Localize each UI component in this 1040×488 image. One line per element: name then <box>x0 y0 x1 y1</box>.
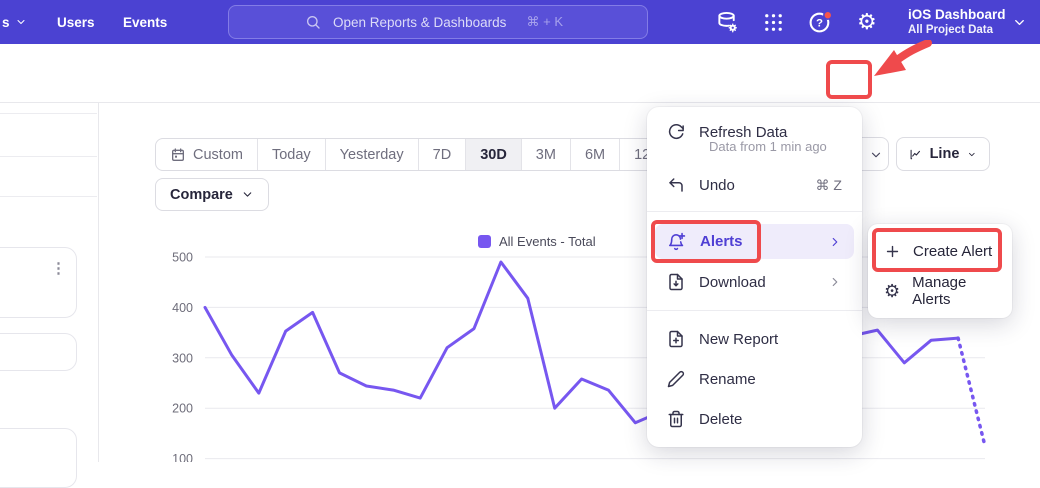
date-range-label: 6M <box>585 147 605 163</box>
left-sidebar: ⋮ <box>0 103 99 462</box>
menu-item-label: Refresh Data <box>699 124 787 141</box>
apps-grid-icon <box>762 11 785 34</box>
date-range-label: 30D <box>480 147 507 163</box>
gear-icon: ⚙ <box>884 282 900 300</box>
sidebar-card[interactable] <box>0 428 77 488</box>
project-name: iOS Dashboard <box>908 7 1006 23</box>
submenu-item-label: Manage Alerts <box>912 274 996 308</box>
report-header <box>0 44 1040 103</box>
nav-item-truncated[interactable]: s <box>2 0 27 44</box>
settings-button[interactable]: ⚙ <box>857 0 877 44</box>
help-button[interactable]: ? <box>808 0 833 44</box>
bell-plus-icon <box>667 232 686 251</box>
menu-item-rename[interactable]: Rename <box>655 363 854 395</box>
chevron-down-icon <box>1012 15 1027 30</box>
date-range-today[interactable]: Today <box>258 139 326 170</box>
chevron-right-icon <box>828 275 842 289</box>
sidebar-card[interactable]: ⋮ <box>0 247 77 318</box>
help-glyph: ? <box>816 17 823 29</box>
date-range-3m[interactable]: 3M <box>522 139 571 170</box>
chevron-down-icon <box>869 148 883 162</box>
compare-label: Compare <box>170 187 233 203</box>
menu-divider <box>647 211 862 212</box>
nav-item-users-label: Users <box>57 15 95 30</box>
menu-item-label: Download <box>699 274 766 291</box>
chevron-down-icon <box>967 148 977 161</box>
svg-text:100: 100 <box>172 452 193 462</box>
undo-shortcut: ⌘ Z <box>816 177 842 194</box>
sidebar-card[interactable] <box>0 333 77 371</box>
plus-icon <box>884 243 901 260</box>
date-range-custom[interactable]: Custom <box>156 139 258 170</box>
global-search-input[interactable]: Open Reports & Dashboards ⌘ + K <box>228 5 648 39</box>
file-plus-icon <box>667 330 685 348</box>
more-options-menu: Refresh Data Data from 1 min ago Undo ⌘ … <box>647 107 862 447</box>
alerts-submenu: Create Alert ⚙ Manage Alerts <box>868 224 1012 318</box>
chevron-right-icon <box>828 235 842 249</box>
submenu-item-manage-alerts[interactable]: ⚙ Manage Alerts <box>874 272 1006 310</box>
nav-item-users[interactable]: Users <box>57 0 95 44</box>
calendar-icon <box>170 147 186 163</box>
menu-item-delete[interactable]: Delete <box>655 403 854 435</box>
sidebar-divider <box>0 113 97 114</box>
menu-item-label: Alerts <box>700 233 743 250</box>
date-range-label: Yesterday <box>340 147 404 163</box>
menu-item-label: New Report <box>699 331 778 348</box>
undo-icon <box>667 176 685 194</box>
database-gear-icon <box>716 11 739 34</box>
chevron-down-icon <box>241 188 254 201</box>
sidebar-divider <box>0 156 97 157</box>
date-range-7d[interactable]: 7D <box>419 139 467 170</box>
date-range-label: Today <box>272 147 311 163</box>
line-chart-icon <box>909 146 922 163</box>
svg-text:500: 500 <box>172 251 193 265</box>
refresh-icon <box>667 123 685 141</box>
top-navbar: s Users Events Open Reports & Dashboards… <box>0 0 1040 44</box>
data-management-button[interactable] <box>716 0 739 44</box>
chevron-down-icon <box>15 16 27 28</box>
date-range-yesterday[interactable]: Yesterday <box>326 139 419 170</box>
menu-item-alerts[interactable]: Alerts <box>655 224 854 259</box>
menu-divider <box>647 310 862 311</box>
notification-dot <box>824 11 832 19</box>
date-range-30d-selected[interactable]: 30D <box>466 139 522 170</box>
search-shortcut: ⌘ + K <box>527 14 564 30</box>
kebab-menu-icon[interactable]: ⋮ <box>51 262 66 276</box>
sidebar-divider <box>0 196 97 197</box>
nav-item-events-label: Events <box>123 15 167 30</box>
svg-text:400: 400 <box>172 301 193 315</box>
menu-item-new-report[interactable]: New Report <box>655 323 854 355</box>
menu-item-label: Undo <box>699 177 735 194</box>
date-range-label: Custom <box>193 147 243 163</box>
submenu-item-label: Create Alert <box>913 243 992 260</box>
compare-button[interactable]: Compare <box>155 178 269 211</box>
nav-item-truncated-label: s <box>2 15 10 30</box>
search-placeholder: Open Reports & Dashboards <box>333 15 506 30</box>
help-icon: ? <box>808 10 833 35</box>
date-range-6m[interactable]: 6M <box>571 139 620 170</box>
file-download-icon <box>667 273 685 291</box>
chart-type-label: Line <box>930 146 960 162</box>
apps-grid-button[interactable] <box>762 0 785 44</box>
svg-text:200: 200 <box>172 402 193 416</box>
gear-icon: ⚙ <box>857 11 877 33</box>
pencil-icon <box>667 370 685 388</box>
submenu-item-create-alert[interactable]: Create Alert <box>874 232 1006 270</box>
menu-item-undo[interactable]: Undo ⌘ Z <box>655 169 854 201</box>
date-range-segmented-control: Custom Today Yesterday 7D 30D 3M 6M 12M <box>155 138 677 171</box>
chart-type-button[interactable]: Line <box>896 137 990 171</box>
project-switcher[interactable]: iOS Dashboard All Project Data <box>908 0 1006 44</box>
menu-item-label: Rename <box>699 371 756 388</box>
svg-text:300: 300 <box>172 351 193 365</box>
date-range-label: 7D <box>433 147 452 163</box>
search-icon <box>305 14 321 30</box>
refresh-subtitle: Data from 1 min ago <box>709 139 827 154</box>
menu-item-label: Delete <box>699 411 742 428</box>
menu-item-download[interactable]: Download <box>655 266 854 298</box>
trash-icon <box>667 410 685 428</box>
project-scope: All Project Data <box>908 23 1006 37</box>
date-range-label: 3M <box>536 147 556 163</box>
project-switcher-chevron[interactable] <box>1012 0 1027 44</box>
nav-item-events[interactable]: Events <box>123 0 167 44</box>
